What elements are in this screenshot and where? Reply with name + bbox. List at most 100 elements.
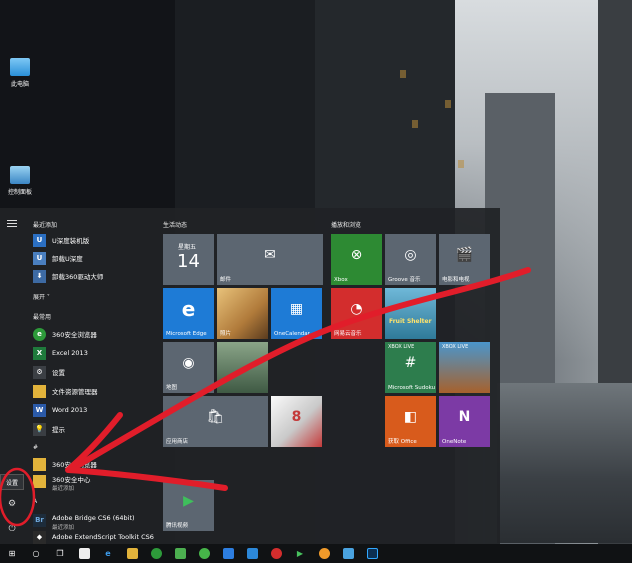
tile-cookie-jam[interactable]: XBOX LIVE [439, 342, 490, 393]
app-item[interactable]: ⬇ 卸载360驱动大师 [33, 268, 151, 284]
tile-mail[interactable]: ✉ 邮件 [217, 234, 323, 285]
tile-xbox[interactable]: ⊗ Xbox [331, 234, 382, 285]
settings-gear-icon[interactable]: ⚙ [0, 495, 24, 513]
photoshop-taskbar-icon[interactable] [360, 544, 384, 563]
desktop-icon-this-pc[interactable]: 此电脑 [0, 58, 40, 88]
section-a: A [33, 498, 38, 505]
tile-asphalt[interactable]: 8 [271, 396, 322, 447]
tile-label: 照片 [220, 331, 232, 337]
tile-label: Microsoft Edge [166, 331, 207, 337]
tile-game-farm[interactable] [217, 342, 268, 393]
app-item[interactable]: 💡 提示 [33, 421, 151, 437]
onenote-icon: N [458, 408, 471, 425]
tile-photos[interactable]: 照片 [217, 288, 268, 339]
tile-store[interactable]: 🛍 应用商店 [163, 396, 268, 447]
app-label: 文件资源管理器 [52, 388, 98, 396]
tile-calendar[interactable]: 星期五 14 [163, 234, 214, 285]
netease-taskbar-icon[interactable] [264, 544, 288, 563]
task-view-icon[interactable]: ❐ [48, 544, 72, 563]
tile-label: Groove 音乐 [388, 277, 421, 283]
fruit-shelter-logo: Fruit Shelter [389, 318, 432, 325]
360-browser-icon: e [33, 327, 46, 341]
extendscript-icon: ◆ [33, 530, 46, 544]
calendar-grid-icon: ▦ [289, 300, 304, 317]
uninstall-driver-icon: ⬇ [33, 269, 46, 283]
maps-icon: ◉ [182, 354, 195, 371]
app-label: 提示 [52, 426, 65, 434]
window-light [400, 70, 406, 78]
browser-taskbar-icon[interactable] [216, 544, 240, 563]
game-image-icon [217, 342, 268, 383]
app-item[interactable]: 文件资源管理器 [33, 383, 151, 399]
tile-onecalendar[interactable]: ▦ OneCalendar [271, 288, 322, 339]
tile-label: 电影和电视 [442, 277, 470, 283]
cortana-icon[interactable]: ○ [24, 544, 48, 563]
app-item[interactable]: ◆ Adobe ExtendScript Toolkit CS6 [33, 529, 154, 545]
app-item[interactable]: 360安全浏览器 [33, 456, 151, 472]
folder-icon [33, 384, 46, 398]
app-item[interactable]: e 360安全浏览器 [33, 326, 151, 342]
app-label: 360安全浏览器 [52, 461, 97, 469]
explorer-taskbar-icon[interactable] [120, 544, 144, 563]
firefox-taskbar-icon[interactable] [312, 544, 336, 563]
app-item[interactable]: W Word 2013 [33, 402, 151, 418]
tile-maps[interactable]: ◉ 地图 [163, 342, 214, 393]
tile-onenote[interactable]: N OneNote [439, 396, 490, 447]
start-menu: 设置 ⚙ ⏻ 最近添加 U U深度装机版 U 卸载U深度 ⬇ 卸载360驱动大师… [0, 208, 500, 544]
tile-edge[interactable]: e Microsoft Edge [163, 288, 214, 339]
calendar-date: 14 [177, 251, 200, 272]
tile-label: 腾讯视频 [166, 523, 189, 529]
window-light [445, 100, 451, 108]
edge-taskbar-icon[interactable]: e [96, 544, 120, 563]
tile-sudoku[interactable]: XBOX LIVE # Microsoft Sudoku [385, 342, 436, 393]
office-icon: ◧ [403, 408, 418, 425]
app-label: 360安全中心 [52, 475, 91, 484]
app-label: 卸载U深度 [52, 255, 83, 263]
app-taskbar-icon[interactable] [240, 544, 264, 563]
app-item[interactable]: X Excel 2013 [33, 345, 151, 361]
window-light [458, 160, 464, 168]
tile-groove[interactable]: ◎ Groove 音乐 [385, 234, 436, 285]
qq-taskbar-icon[interactable] [336, 544, 360, 563]
app-label: Adobe ExtendScript Toolkit CS6 [52, 533, 154, 541]
section-recent: 最近添加 [33, 222, 58, 229]
tile-netease-music[interactable]: ◔ 网易云音乐 [331, 288, 382, 339]
tile-label: 获取 Office [388, 439, 417, 445]
app-label: Word 2013 [52, 406, 88, 414]
store-taskbar-icon[interactable] [72, 544, 96, 563]
app-item[interactable]: ⚙ 设置 [33, 364, 151, 380]
windows-start-icon[interactable]: ⊞ [0, 544, 24, 563]
app-label: 卸载360驱动大师 [52, 273, 104, 281]
app-item[interactable]: 360安全中心 最近添加 [33, 473, 151, 492]
desktop-icon-control-panel[interactable]: 控制面板 [0, 166, 40, 196]
section-most-used: 最常用 [33, 314, 52, 321]
app-item[interactable]: U U深度装机版 [33, 232, 151, 248]
ie-taskbar-icon[interactable] [168, 544, 192, 563]
group-life: 生活动态 [163, 222, 188, 229]
tile-fruit-shelter[interactable]: Fruit Shelter [385, 288, 436, 339]
wechat-taskbar-icon[interactable] [192, 544, 216, 563]
expand-link[interactable]: 展开 ˅ [33, 292, 50, 301]
tile-label: Microsoft Sudoku [388, 385, 436, 391]
desktop-icon-label: 控制面板 [7, 189, 32, 196]
app-item[interactable]: Br Adobe Bridge CS6 (64bit) 最近添加 [33, 512, 151, 531]
app-item[interactable]: U 卸载U深度 [33, 250, 151, 266]
netease-icon: ◔ [350, 300, 363, 317]
app-label: Adobe Bridge CS6 (64bit) [52, 513, 135, 522]
360-taskbar-icon[interactable] [144, 544, 168, 563]
hamburger-menu-icon[interactable] [7, 220, 17, 229]
start-rail: 设置 ⚙ ⏻ [0, 208, 24, 544]
tile-get-office[interactable]: ◧ 获取 Office [385, 396, 436, 447]
tile-label: OneCalendar [274, 331, 310, 337]
player-taskbar-icon[interactable]: ▶ [288, 544, 312, 563]
tile-movies[interactable]: 🎬 电影和电视 [439, 234, 490, 285]
section-hash: # [33, 444, 39, 451]
window-light [412, 120, 418, 128]
street [497, 383, 632, 543]
settings-icon: ⚙ [33, 365, 46, 379]
power-icon[interactable]: ⏻ [0, 520, 24, 538]
tile-tencent-video[interactable]: ▶ 腾讯视频 [163, 480, 214, 531]
tile-label: 网易云音乐 [334, 331, 362, 337]
tile-label: Xbox [334, 277, 348, 283]
desktop-icon-label: 此电脑 [10, 81, 29, 88]
